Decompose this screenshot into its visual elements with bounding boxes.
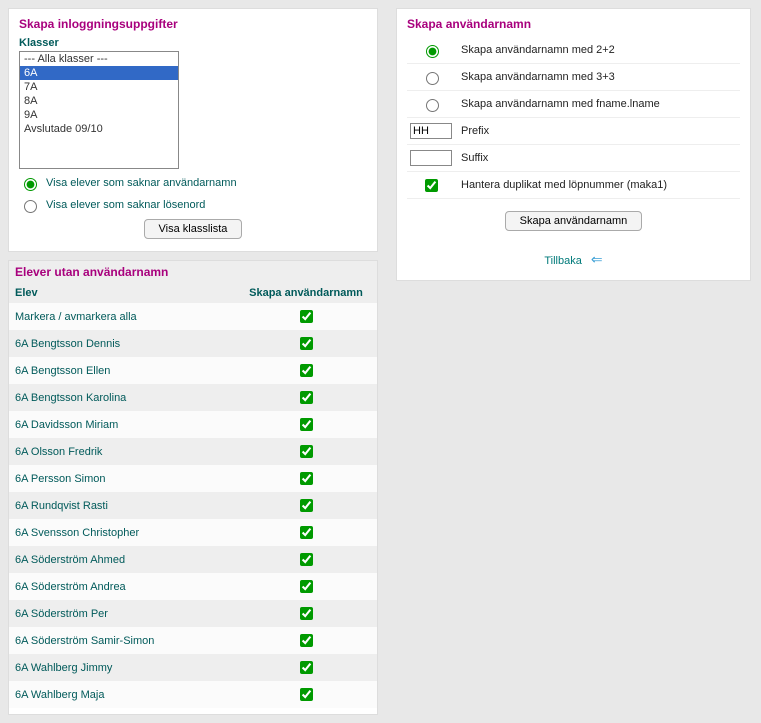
scheme-2-2-radio[interactable] — [426, 45, 439, 58]
table-row: 6A Söderström Per — [9, 600, 377, 627]
student-create-checkbox[interactable] — [300, 526, 313, 539]
col-elev-header: Elev — [9, 283, 235, 303]
students-title: Elever utan användarnamn — [9, 261, 377, 283]
table-row: 6A Olsson Fredrik — [9, 438, 377, 465]
prefix-input[interactable] — [410, 123, 452, 139]
student-checkbox-cell — [235, 465, 377, 492]
table-row: 6A Svensson Christopher — [9, 519, 377, 546]
table-row: 6A Bengtsson Karolina — [9, 384, 377, 411]
class-option[interactable]: --- Alla klasser --- — [20, 52, 178, 66]
student-create-checkbox[interactable] — [300, 472, 313, 485]
class-option[interactable]: Avslutade 09/10 — [20, 122, 178, 136]
suffix-input[interactable] — [410, 150, 452, 166]
scheme-fname-radio[interactable] — [426, 99, 439, 112]
student-checkbox-cell — [235, 357, 377, 384]
student-name-cell: Markera / avmarkera alla — [9, 303, 235, 330]
scheme-2-2-label: Skapa användarnamn med 2+2 — [455, 44, 615, 56]
back-arrow-icon: ⇐ — [591, 251, 603, 267]
classes-label: Klasser — [19, 37, 367, 49]
student-name-cell: 6A Svensson Christopher — [9, 519, 235, 546]
table-row: 6A Rundqvist Rasti — [9, 492, 377, 519]
student-create-checkbox[interactable] — [300, 337, 313, 350]
student-create-checkbox[interactable] — [300, 688, 313, 701]
student-name-cell: 6A Persson Simon — [9, 465, 235, 492]
class-option[interactable]: 8A — [20, 94, 178, 108]
table-row: 6A Söderström Andrea — [9, 573, 377, 600]
student-create-checkbox[interactable] — [300, 580, 313, 593]
suffix-label: Suffix — [455, 152, 488, 164]
student-checkbox-cell — [235, 600, 377, 627]
create-username-button[interactable]: Skapa användarnamn — [505, 211, 643, 231]
filter-missing-password-label: Visa elever som saknar lösenord — [46, 199, 205, 211]
student-create-checkbox[interactable] — [300, 553, 313, 566]
scheme-fname-label: Skapa användarnamn med fname.lname — [455, 98, 660, 110]
student-name-cell: 6A Wahlberg Maja — [9, 681, 235, 708]
student-name-cell: 6A Wahlberg Jimmy — [9, 654, 235, 681]
filter-missing-username-radio[interactable] — [24, 178, 37, 191]
students-table: Elev Skapa användarnamn Markera / avmark… — [9, 283, 377, 708]
create-username-title: Skapa användarnamn — [407, 17, 740, 31]
student-name-cell: 6A Söderström Andrea — [9, 573, 235, 600]
student-name-cell: 6A Söderström Per — [9, 600, 235, 627]
student-checkbox-cell — [235, 330, 377, 357]
student-create-checkbox[interactable] — [300, 310, 313, 323]
student-create-checkbox[interactable] — [300, 661, 313, 674]
student-create-checkbox[interactable] — [300, 418, 313, 431]
class-option[interactable]: 7A — [20, 80, 178, 94]
student-name-cell: 6A Bengtsson Dennis — [9, 330, 235, 357]
student-name-cell: 6A Davidsson Miriam — [9, 411, 235, 438]
student-create-checkbox[interactable] — [300, 445, 313, 458]
student-name-cell: 6A Söderström Ahmed — [9, 546, 235, 573]
table-row: 6A Bengtsson Ellen — [9, 357, 377, 384]
table-row: 6A Söderström Samir-Simon — [9, 627, 377, 654]
table-row: 6A Persson Simon — [9, 465, 377, 492]
scheme-3-3-label: Skapa användarnamn med 3+3 — [455, 71, 615, 83]
student-checkbox-cell — [235, 546, 377, 573]
student-name-cell: 6A Bengtsson Karolina — [9, 384, 235, 411]
create-username-panel: Skapa användarnamn Skapa användarnamn me… — [396, 8, 751, 281]
class-option[interactable]: 9A — [20, 108, 178, 122]
student-create-checkbox[interactable] — [300, 634, 313, 647]
class-option[interactable]: 6A — [20, 66, 178, 80]
student-create-checkbox[interactable] — [300, 364, 313, 377]
handle-duplicate-label: Hantera duplikat med löpnummer (maka1) — [455, 179, 667, 191]
table-row: Markera / avmarkera alla — [9, 303, 377, 330]
col-create-header: Skapa användarnamn — [235, 283, 377, 303]
students-panel: Elever utan användarnamn Elev Skapa anvä… — [8, 260, 378, 715]
table-row: 6A Davidsson Miriam — [9, 411, 377, 438]
table-row: 6A Bengtsson Dennis — [9, 330, 377, 357]
student-create-checkbox[interactable] — [300, 499, 313, 512]
student-name-cell: 6A Söderström Samir-Simon — [9, 627, 235, 654]
student-create-checkbox[interactable] — [300, 607, 313, 620]
table-row: 6A Wahlberg Maja — [9, 681, 377, 708]
scheme-3-3-radio[interactable] — [426, 72, 439, 85]
filter-missing-username-label: Visa elever som saknar användarnamn — [46, 177, 237, 189]
create-login-title: Skapa inloggningsuppgifter — [19, 17, 367, 31]
student-create-checkbox[interactable] — [300, 391, 313, 404]
student-checkbox-cell — [235, 681, 377, 708]
class-listbox[interactable]: --- Alla klasser ---6A7A8A9AAvslutade 09… — [19, 51, 179, 169]
student-checkbox-cell — [235, 627, 377, 654]
filter-missing-password-radio[interactable] — [24, 200, 37, 213]
prefix-label: Prefix — [455, 125, 489, 137]
student-checkbox-cell — [235, 519, 377, 546]
student-checkbox-cell — [235, 411, 377, 438]
student-checkbox-cell — [235, 384, 377, 411]
table-row: 6A Söderström Ahmed — [9, 546, 377, 573]
student-checkbox-cell — [235, 438, 377, 465]
student-checkbox-cell — [235, 573, 377, 600]
student-name-cell: 6A Rundqvist Rasti — [9, 492, 235, 519]
student-checkbox-cell — [235, 492, 377, 519]
student-checkbox-cell — [235, 303, 377, 330]
table-row: 6A Wahlberg Jimmy — [9, 654, 377, 681]
student-checkbox-cell — [235, 654, 377, 681]
student-name-cell: 6A Bengtsson Ellen — [9, 357, 235, 384]
create-login-panel: Skapa inloggningsuppgifter Klasser --- A… — [8, 8, 378, 252]
student-name-cell: 6A Olsson Fredrik — [9, 438, 235, 465]
back-link[interactable]: Tillbaka — [544, 255, 582, 267]
show-classlist-button[interactable]: Visa klasslista — [144, 219, 243, 239]
handle-duplicate-checkbox[interactable] — [425, 179, 438, 192]
